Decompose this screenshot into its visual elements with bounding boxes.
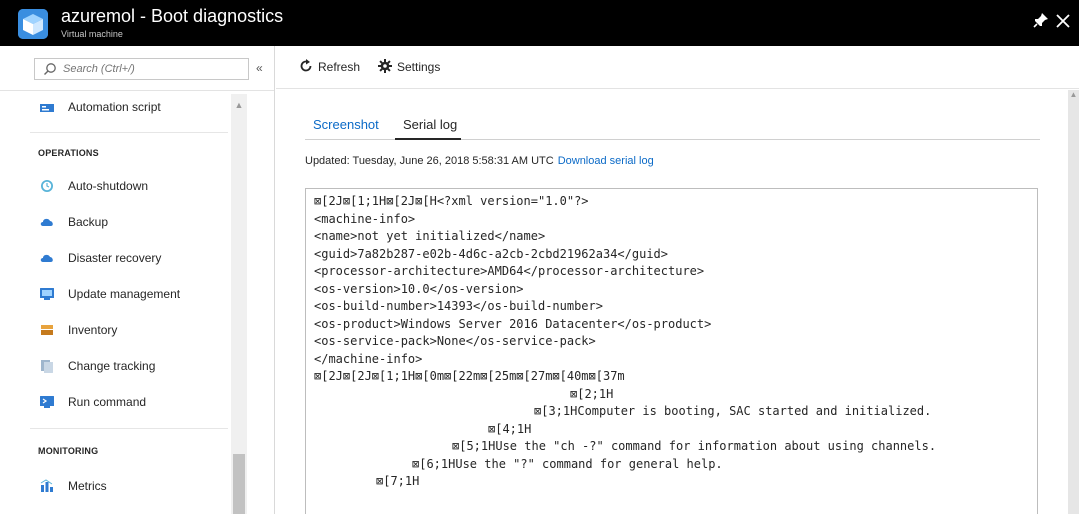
settings-button[interactable]: Settings: [378, 59, 440, 75]
blade-subtitle: Virtual machine: [61, 29, 123, 39]
gear-icon: [378, 59, 392, 73]
last-updated-status: Updated: Tuesday, June 26, 2018 5:58:31 …: [305, 154, 654, 168]
download-serial-log-link[interactable]: Download serial log: [558, 155, 654, 167]
run-command-icon: [40, 396, 54, 408]
divider: [276, 88, 1079, 89]
title-bar: azuremol - Boot diagnostics Virtual mach…: [0, 0, 1079, 46]
serial-log-line: <guid>7a82b287-e02b-4d6c-a2cb-2cbd21962a…: [314, 246, 669, 261]
cloud-recovery-icon: [40, 254, 53, 262]
sidebar-item-metrics[interactable]: Metrics: [0, 468, 228, 504]
serial-log-line: </machine-info>: [314, 351, 423, 366]
sidebar-item-label: Change tracking: [68, 359, 156, 373]
serial-log-line: ⊠[6;1HUse the "?" command for general he…: [412, 456, 723, 471]
tab-screenshot[interactable]: Screenshot: [313, 117, 379, 133]
serial-log-line: <name>not yet initialized</name>: [314, 229, 546, 243]
serial-log-line: <processor-architecture>AMD64</processor…: [314, 264, 705, 278]
sidebar-item-backup[interactable]: Backup: [0, 204, 228, 240]
tab-serial-log[interactable]: Serial log: [403, 117, 457, 133]
serial-log-line: ⊠[2J⊠[1;1H⊠[2J⊠[H<?xml version="1.0"?>: [314, 194, 589, 208]
sidebar-item-disaster-recovery[interactable]: Disaster recovery: [0, 240, 228, 276]
updated-text: Updated: Tuesday, June 26, 2018 5:58:31 …: [305, 155, 554, 167]
inventory-icon: [41, 325, 53, 335]
refresh-button[interactable]: Refresh: [299, 59, 360, 75]
serial-log-line: ⊠[2J⊠[2J⊠[1;1H⊠[0m⊠[22m⊠[25m⊠[27m⊠[40m⊠[…: [314, 369, 625, 383]
search-input[interactable]: [63, 60, 243, 78]
sidebar-item-label: Disaster recovery: [68, 251, 162, 265]
search-icon: [44, 63, 56, 75]
serial-log-line: <os-service-pack>None</os-service-pack>: [314, 334, 596, 348]
clock-icon: [41, 180, 53, 192]
metrics-icon: [40, 479, 53, 492]
sidebar-item-label: Run command: [68, 395, 147, 409]
change-tracking-icon: [41, 360, 53, 373]
close-icon-glyph: [1056, 14, 1070, 28]
serial-log-output[interactable]: ⊠[2J⊠[1;1H⊠[2J⊠[H<?xml version="1.0"?> <m…: [305, 188, 1038, 514]
sidebar-item-label: Auto-shutdown: [68, 179, 149, 193]
serial-log-line: ⊠[3;1HComputer is booting, SAC started a…: [534, 404, 932, 418]
scroll-up-arrow-icon[interactable]: ▲: [1068, 90, 1079, 100]
pin-icon[interactable]: [1031, 12, 1051, 32]
serial-log-line: <machine-info>: [314, 211, 416, 226]
sidebar-scrollbar[interactable]: ▲: [231, 94, 247, 514]
sidebar-item-automation-script[interactable]: Automation script: [0, 88, 228, 124]
serial-log-line: ⊠[2;1H: [570, 386, 614, 401]
pin-icon-glyph: [1033, 13, 1048, 28]
automation-script-icon: [40, 104, 54, 112]
serial-log-line: ⊠[5;1HUse the "ch -?" command for inform…: [452, 439, 937, 453]
active-tab-indicator: [395, 138, 461, 140]
section-header-monitoring: MONITORING: [38, 446, 99, 456]
collapse-sidebar-button[interactable]: «: [256, 61, 263, 75]
scrollbar-thumb[interactable]: [233, 454, 245, 514]
sidebar-item-run-command[interactable]: Run command: [0, 384, 228, 420]
blade-title: azuremol - Boot diagnostics: [61, 6, 284, 26]
sidebar-item-inventory[interactable]: Inventory: [0, 312, 228, 348]
sidebar-item-label: Automation script: [68, 100, 161, 114]
settings-label: Settings: [397, 60, 441, 74]
sidebar-item-change-tracking[interactable]: Change tracking: [0, 348, 228, 384]
update-management-icon: [40, 288, 54, 300]
sidebar-menu: « ▲ Automation script OPERATIONS Auto-sh…: [0, 46, 275, 514]
serial-log-line: ⊠[4;1H: [488, 421, 532, 436]
sidebar-item-label: Update management: [68, 287, 181, 301]
sidebar-item-label: Inventory: [68, 323, 118, 337]
serial-log-line: <os-version>10.0</os-version>: [314, 281, 524, 296]
sidebar-item-update-management[interactable]: Update management: [0, 276, 228, 312]
refresh-label: Refresh: [318, 60, 361, 74]
section-header-operations: OPERATIONS: [38, 148, 99, 158]
close-icon[interactable]: [1053, 12, 1073, 32]
serial-log-line: ⊠[7;1H: [376, 474, 420, 488]
divider: [30, 428, 228, 429]
refresh-icon: [300, 59, 312, 72]
serial-log-line: <os-product>Windows Server 2016 Datacent…: [314, 316, 712, 331]
main-scrollbar[interactable]: ▲: [1068, 90, 1079, 514]
sidebar-item-auto-shutdown[interactable]: Auto-shutdown: [0, 168, 228, 204]
sidebar-item-label: Backup: [68, 215, 109, 229]
sidebar-item-label: Metrics: [68, 479, 107, 493]
scroll-up-arrow-icon[interactable]: ▲: [234, 100, 244, 110]
cloud-backup-icon: [40, 218, 53, 226]
serial-log-line: <os-build-number>14393</os-build-number>: [314, 299, 603, 313]
divider: [30, 132, 228, 133]
search-box[interactable]: [34, 58, 249, 80]
virtual-machine-icon: [18, 9, 48, 39]
